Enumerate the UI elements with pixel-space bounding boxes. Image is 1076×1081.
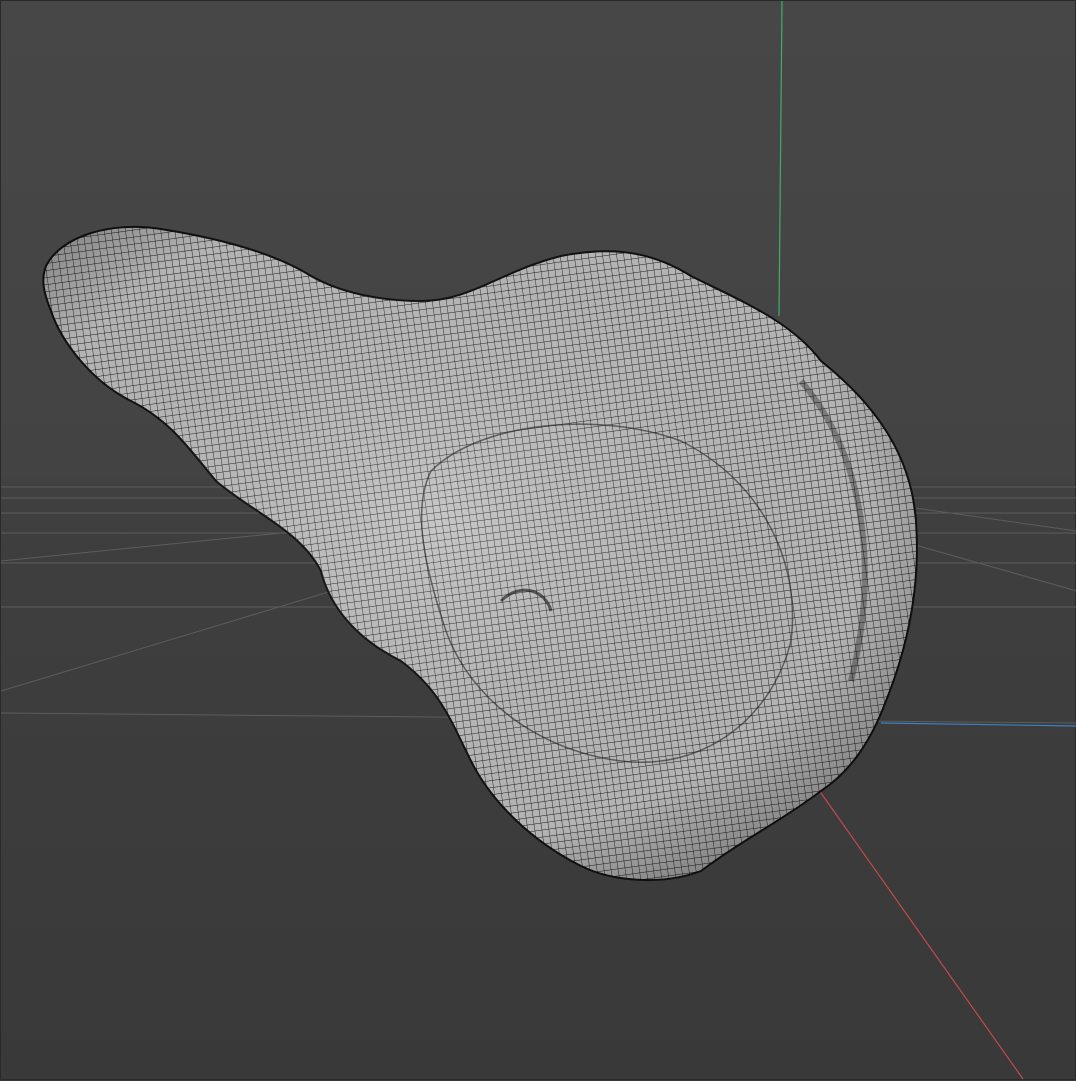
x-axis-line [815,785,1024,1080]
viewport-canvas[interactable] [1,1,1076,1081]
3d-viewport[interactable] [0,0,1076,1080]
y-axis-line [778,1,783,317]
z-axis-line [880,722,1076,727]
mesh-object[interactable] [42,225,918,882]
